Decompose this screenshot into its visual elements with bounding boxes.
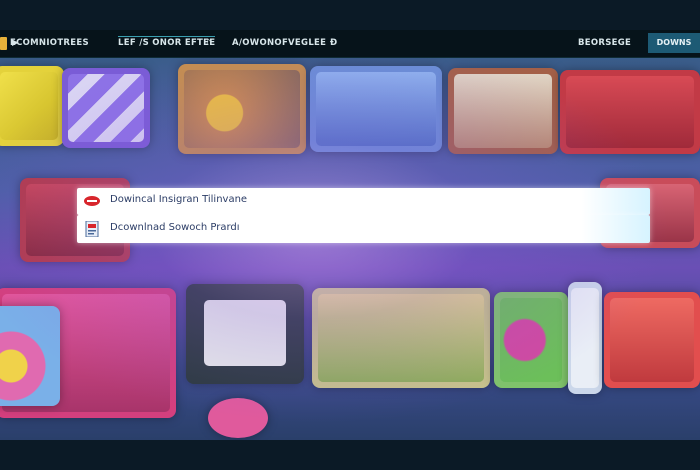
download-cta-button[interactable]: DOWNS bbox=[648, 33, 700, 53]
brand-logo-icon bbox=[0, 37, 7, 50]
nav-item-2[interactable]: A/OWONOFVEGLEE bbox=[232, 38, 326, 48]
document-icon bbox=[85, 221, 99, 237]
suggestion-row-2[interactable]: Dcownlnad Sowoch Prardı bbox=[77, 215, 650, 243]
suggestion-row-1[interactable]: Dowincal Insigran Tilinvane bbox=[77, 188, 650, 215]
brand-name[interactable]: ECOMNIOTREES bbox=[10, 38, 89, 48]
nav-item-1[interactable]: LEF /S ONOR EFTEE bbox=[118, 36, 216, 48]
top-navigation-bar: ECOMNIOTREES ▶ LEF /S ONOR EFTEE ♪ A/OWO… bbox=[0, 30, 700, 58]
brand-prefix-icon: ▶ bbox=[12, 38, 19, 48]
nav-item-2-suffix-icon: Ɖ bbox=[330, 38, 338, 48]
nav-item-1-suffix-icon: ♪ bbox=[205, 38, 211, 48]
red-pill-icon bbox=[84, 196, 100, 206]
top-margin bbox=[0, 0, 700, 30]
suggestion-label-2: Dcownlnad Sowoch Prardı bbox=[110, 222, 240, 233]
bottom-margin bbox=[0, 440, 700, 470]
center-glow bbox=[0, 58, 700, 440]
suggestion-label-1: Dowincal Insigran Tilinvane bbox=[110, 194, 248, 205]
nav-link-right[interactable]: BEORSEGE bbox=[578, 38, 631, 48]
app-tiles-background bbox=[0, 58, 700, 440]
